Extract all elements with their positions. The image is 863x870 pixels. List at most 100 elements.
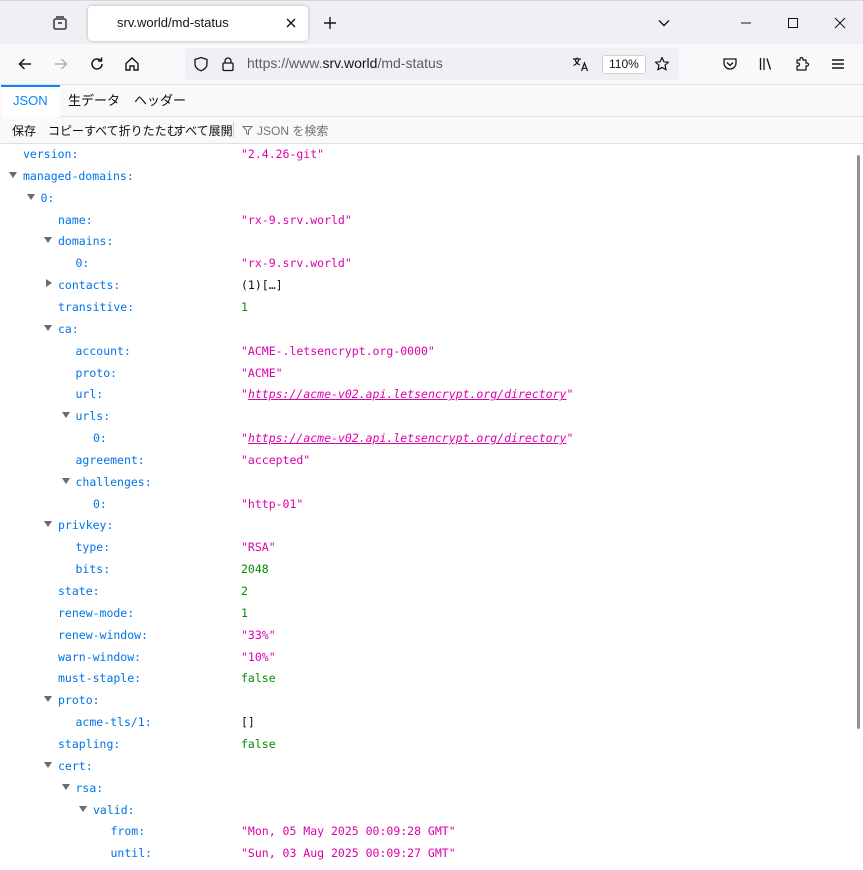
- collapse-arrow-icon[interactable]: [44, 521, 52, 528]
- collapse-arrow-icon[interactable]: [79, 805, 87, 812]
- tree-key: from:: [110, 824, 146, 839]
- collapse-arrow-icon[interactable]: [61, 412, 70, 419]
- tree-row: name: "rx-9.srv.world": [0, 210, 852, 232]
- collapse-arrow-icon[interactable]: [26, 193, 35, 200]
- firefox-view-button[interactable]: [44, 7, 76, 39]
- json-tree: version: "2.4.26-git" managed-domains: 0: na…: [0, 144, 852, 870]
- tree-row[interactable]: 0:: [0, 188, 852, 210]
- tree-row[interactable]: valid:: [0, 800, 852, 822]
- tree-key: agreement:: [75, 452, 145, 467]
- translate-button[interactable]: [571, 54, 591, 74]
- close-icon: [286, 18, 296, 28]
- pocket-icon: [723, 58, 737, 70]
- library-button[interactable]: [751, 49, 781, 79]
- tree-value: "rx-9.srv.world": [241, 212, 352, 227]
- collapse-all-button[interactable]: すべて折りたたむ: [84, 122, 179, 139]
- zoom-level-badge[interactable]: 110%: [602, 55, 646, 74]
- tab-json[interactable]: JSON: [1, 85, 60, 117]
- tree-value: false: [241, 736, 276, 751]
- new-tab-button[interactable]: [316, 9, 344, 37]
- tree-value: "33%": [241, 627, 276, 642]
- tree-row[interactable]: proto:: [0, 690, 852, 712]
- json-toolbar: 保存 コピー すべて折りたたむ すべて展開 JSON を検索: [0, 117, 863, 144]
- tree-row: acme-tls/1: []: [0, 712, 852, 734]
- tree-row[interactable]: ca:: [0, 319, 852, 341]
- tree-row: proto: "ACME": [0, 363, 852, 385]
- tree-row[interactable]: challenges:: [0, 472, 852, 494]
- tree-row: account: "ACME-.letsencrypt.org-0000": [0, 341, 852, 363]
- tree-key: acme-tls/1:: [75, 715, 152, 730]
- tree-key: domains:: [58, 234, 114, 249]
- tree-value: "ACME-.letsencrypt.org-0000": [241, 343, 435, 358]
- back-button[interactable]: [10, 49, 40, 79]
- tree-key: renew-mode:: [58, 605, 135, 620]
- scrollbar-thumb[interactable]: [857, 155, 860, 729]
- tree-row: type: "RSA": [0, 537, 852, 559]
- firefox-view-icon: [53, 16, 67, 30]
- collapse-arrow-icon[interactable]: [61, 783, 70, 790]
- navigation-toolbar: https://www.srv.world/md-status 110%: [0, 44, 863, 85]
- expand-all-button[interactable]: すべて展開: [174, 122, 233, 139]
- tree-row[interactable]: cert:: [0, 756, 852, 778]
- tree-row: from: "Mon, 05 May 2025 00:09:28 GMT": [0, 821, 852, 843]
- url-link[interactable]: https://acme-v02.api.letsencrypt.org/dir…: [248, 431, 567, 445]
- tab-strip: srv.world/md-status: [0, 0, 863, 44]
- tree-value: []: [241, 715, 255, 730]
- tree-key: 0:: [75, 256, 90, 271]
- tree-row: transitive: 1: [0, 297, 852, 319]
- expand-arrow-icon[interactable]: [46, 279, 52, 288]
- extensions-button[interactable]: [787, 49, 817, 79]
- tree-row[interactable]: domains:: [0, 231, 852, 253]
- minimize-button[interactable]: [723, 1, 769, 45]
- tree-value: "RSA": [241, 540, 276, 555]
- back-arrow-icon: [18, 58, 31, 70]
- tab-raw-data[interactable]: 生データ: [56, 85, 132, 117]
- minimize-icon: [741, 22, 751, 24]
- collapse-arrow-icon[interactable]: [44, 761, 52, 768]
- site-security-icon[interactable]: [218, 54, 238, 74]
- json-filter-input[interactable]: JSON を検索: [242, 121, 328, 140]
- app-menu-button[interactable]: [823, 49, 853, 79]
- tab-headers[interactable]: ヘッダー: [122, 85, 198, 117]
- tree-row[interactable]: urls:: [0, 406, 852, 428]
- tree-value-link: "https://acme-v02.api.letsencrypt.org/di…: [241, 431, 574, 446]
- hamburger-menu-icon: [832, 59, 844, 69]
- bookmark-star-button[interactable]: [652, 54, 672, 74]
- close-icon: [834, 17, 846, 29]
- home-button[interactable]: [117, 49, 147, 79]
- collapse-arrow-icon[interactable]: [44, 237, 52, 244]
- tree-row[interactable]: contacts: (1)[…]: [0, 275, 852, 297]
- tree-value: "http-01": [241, 496, 304, 511]
- collapse-arrow-icon[interactable]: [9, 171, 17, 178]
- save-button[interactable]: 保存: [12, 122, 36, 139]
- url-prefix: https://www.: [247, 55, 323, 71]
- url-text[interactable]: https://www.srv.world/md-status: [247, 55, 443, 71]
- tree-key: cert:: [58, 758, 93, 773]
- tree-row: until: "Sun, 03 Aug 2025 00:09:27 GMT": [0, 843, 852, 865]
- tree-row: bits: 2048: [0, 559, 852, 581]
- tree-key: urls:: [75, 409, 111, 424]
- tree-row[interactable]: managed-domains:: [0, 166, 852, 188]
- collapse-arrow-icon[interactable]: [44, 324, 52, 331]
- collapse-arrow-icon[interactable]: [44, 696, 52, 703]
- url-bar[interactable]: https://www.srv.world/md-status 110%: [185, 48, 679, 80]
- url-link[interactable]: https://acme-v02.api.letsencrypt.org/dir…: [248, 387, 567, 401]
- tree-value: "10%": [241, 649, 276, 664]
- tree-row: renew-window: "33%": [0, 625, 852, 647]
- collapse-arrow-icon[interactable]: [61, 477, 70, 484]
- tree-value: "Sun, 03 Aug 2025 00:09:27 GMT": [241, 846, 456, 861]
- tree-row[interactable]: rsa:: [0, 778, 852, 800]
- forward-button[interactable]: [46, 49, 76, 79]
- maximize-button[interactable]: [770, 1, 816, 45]
- copy-button[interactable]: コピー: [48, 122, 84, 139]
- browser-tab[interactable]: srv.world/md-status: [88, 6, 308, 41]
- tracking-protection-icon[interactable]: [191, 54, 211, 74]
- tree-row[interactable]: privkey:: [0, 515, 852, 537]
- reload-button[interactable]: [82, 49, 112, 79]
- tab-close-button[interactable]: [282, 14, 300, 32]
- list-all-tabs-button[interactable]: [650, 9, 678, 37]
- tree-key: proto:: [75, 365, 118, 380]
- lock-icon: [222, 57, 234, 72]
- pocket-button[interactable]: [715, 49, 745, 79]
- window-close-button[interactable]: [817, 1, 863, 45]
